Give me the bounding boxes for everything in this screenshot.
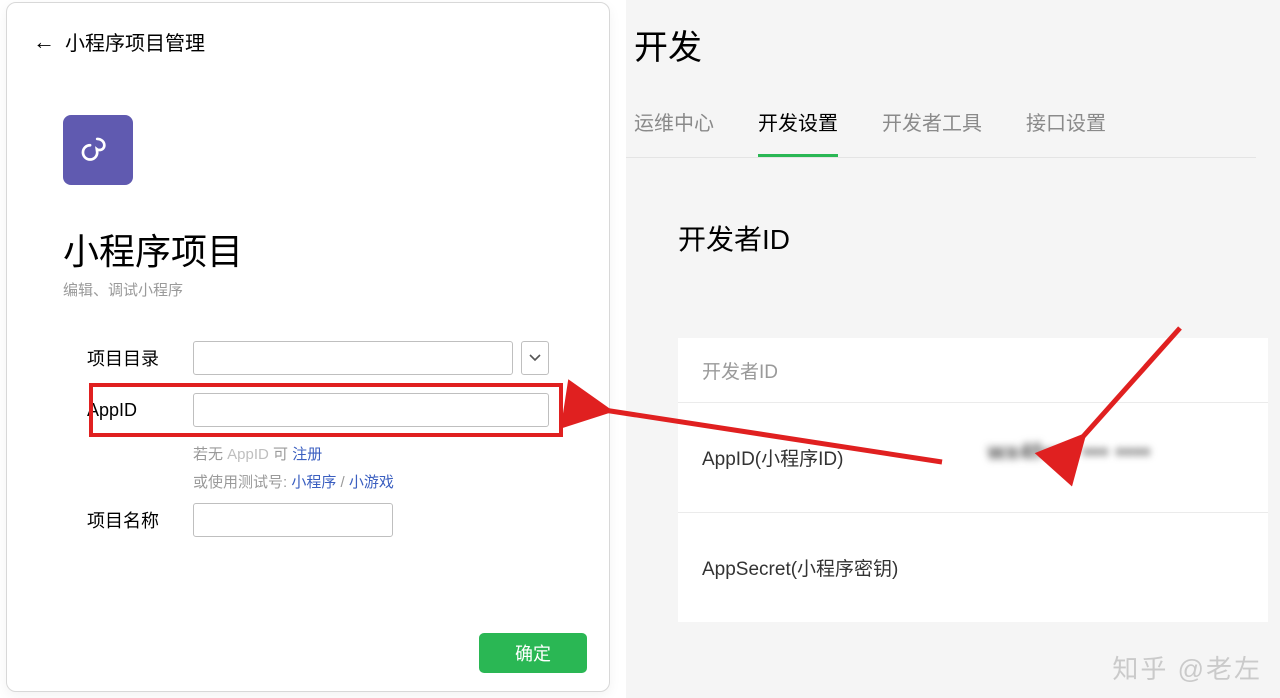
row-project-dir: 项目目录	[87, 341, 549, 375]
tab-dev-settings[interactable]: 开发设置	[758, 107, 838, 157]
register-link[interactable]: 注册	[292, 446, 322, 463]
label-project-dir: 项目目录	[87, 345, 193, 371]
row-app-id: AppID	[87, 393, 549, 427]
left-header: ← 小程序项目管理	[7, 3, 609, 56]
row-project-name: 项目名称	[87, 503, 393, 537]
table-cell-appid-label: AppID(小程序ID)	[702, 444, 843, 471]
table-row-appid: AppID(小程序ID) wx4f•••• ••• ••••	[678, 402, 1268, 512]
minigame-link[interactable]: 小游戏	[349, 474, 394, 491]
table-cell-appsecret-label: AppSecret(小程序密钥)	[702, 554, 898, 581]
table-row-appsecret: AppSecret(小程序密钥)	[678, 512, 1268, 622]
table-cell-appid-value: wx4f•••• ••• ••••	[988, 439, 1238, 475]
back-arrow-icon[interactable]: ←	[33, 31, 55, 53]
project-dir-dropdown-button[interactable]	[521, 341, 549, 375]
section-subtitle: 编辑、调试小程序	[63, 279, 183, 300]
label-app-id: AppID	[87, 400, 193, 421]
tab-dev-tools[interactable]: 开发者工具	[882, 107, 982, 157]
section-title: 小程序项目	[63, 223, 243, 275]
chevron-down-icon	[529, 352, 541, 364]
hint-no-appid: 若无 AppID 可 注册	[193, 443, 322, 464]
miniprogram-logo-icon	[63, 115, 133, 185]
project-name-input[interactable]	[193, 503, 393, 537]
confirm-button[interactable]: 确定	[479, 633, 587, 673]
right-panel: 开发 运维中心 开发设置 开发者工具 接口设置 开发者ID 开发者ID AppI…	[626, 0, 1280, 698]
left-panel: ← 小程序项目管理 小程序项目 编辑、调试小程序 项目目录 AppID 若无 A…	[6, 2, 610, 692]
tab-ops-center[interactable]: 运维中心	[634, 107, 714, 157]
left-header-title: 小程序项目管理	[65, 27, 205, 56]
developer-id-table-header: 开发者ID	[678, 338, 1268, 402]
app-id-input[interactable]	[193, 393, 549, 427]
miniprogram-link[interactable]: 小程序	[291, 474, 336, 491]
watermark: 知乎 @老左	[1112, 649, 1262, 686]
right-panel-title: 开发	[626, 0, 1280, 69]
label-project-name: 项目名称	[87, 507, 193, 533]
hint-test-account: 或使用测试号: 小程序 / 小游戏	[193, 471, 394, 492]
developer-id-section-title: 开发者ID	[626, 158, 1280, 258]
project-dir-input[interactable]	[193, 341, 513, 375]
tab-interface-settings[interactable]: 接口设置	[1026, 107, 1106, 157]
tabs: 运维中心 开发设置 开发者工具 接口设置	[626, 69, 1256, 158]
